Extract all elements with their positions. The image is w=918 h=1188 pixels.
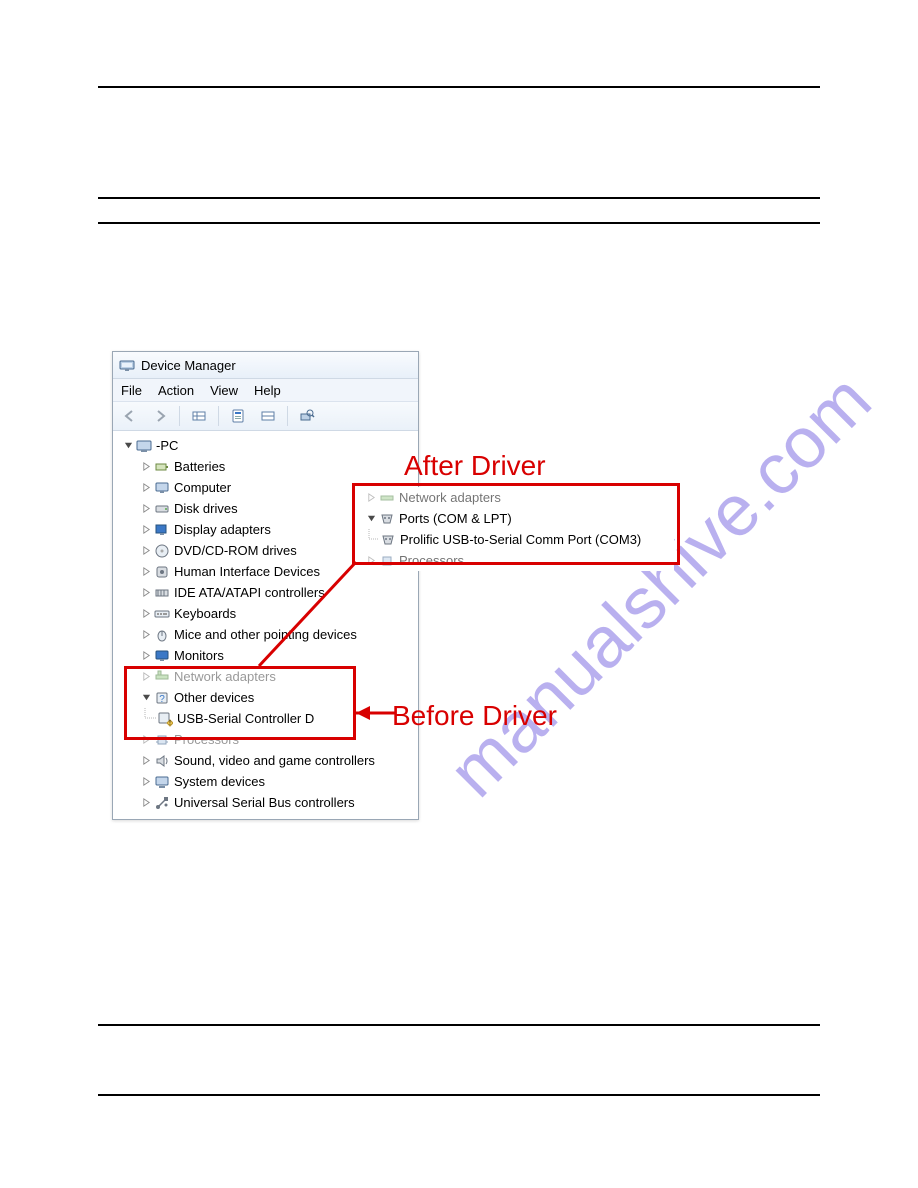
- toolbar-separator-2: [218, 406, 219, 426]
- system-devices-icon: [154, 774, 170, 790]
- tree-item-label: IDE ATA/ATAPI controllers: [174, 582, 325, 603]
- before-driver-label: Before Driver: [392, 700, 557, 732]
- toolbar-show-hidden-button[interactable]: [186, 404, 212, 428]
- collapse-icon[interactable]: [141, 651, 151, 661]
- tree-item-label: DVD/CD-ROM drives: [174, 540, 297, 561]
- hid-icon: [154, 564, 170, 580]
- collapse-icon[interactable]: [141, 546, 151, 556]
- menu-view[interactable]: View: [210, 383, 238, 398]
- page-rule-3: [98, 222, 820, 224]
- tree-item-label: Display adapters: [174, 519, 271, 540]
- tree-item-label: Universal Serial Bus controllers: [174, 792, 355, 813]
- collapse-icon[interactable]: [141, 525, 151, 535]
- page-rule-1: [98, 86, 820, 88]
- computer-icon: [154, 480, 170, 496]
- tree-item-monitors[interactable]: Monitors: [113, 645, 418, 666]
- tree-item-mice[interactable]: Mice and other pointing devices: [113, 624, 418, 645]
- expand-icon[interactable]: [123, 441, 133, 451]
- collapse-icon[interactable]: [141, 462, 151, 472]
- mouse-icon: [154, 627, 170, 643]
- collapse-icon[interactable]: [141, 798, 151, 808]
- tree-item-label: Keyboards: [174, 603, 236, 624]
- toolbar-back-button[interactable]: [117, 404, 143, 428]
- monitor-icon: [154, 648, 170, 664]
- collapse-icon[interactable]: [141, 504, 151, 514]
- tree-item-keyboards[interactable]: Keyboards: [113, 603, 418, 624]
- collapse-icon[interactable]: [141, 588, 151, 598]
- tree-item-batteries[interactable]: Batteries: [113, 456, 418, 477]
- menu-file[interactable]: File: [121, 383, 142, 398]
- tree-item-label: Computer: [174, 477, 231, 498]
- battery-icon: [154, 459, 170, 475]
- toolbar-separator: [179, 406, 180, 426]
- ide-icon: [154, 585, 170, 601]
- collapse-icon[interactable]: [141, 756, 151, 766]
- page-rule-4: [98, 1024, 820, 1026]
- tree-item-label: Monitors: [174, 645, 224, 666]
- usb-icon: [154, 795, 170, 811]
- device-manager-icon: [119, 357, 135, 373]
- collapse-icon[interactable]: [141, 777, 151, 787]
- computer-icon: [136, 438, 152, 454]
- menu-help[interactable]: Help: [254, 383, 281, 398]
- tree-item-usb-controllers[interactable]: Universal Serial Bus controllers: [113, 792, 418, 813]
- display-adapter-icon: [154, 522, 170, 538]
- menu-bar: File Action View Help: [113, 379, 418, 402]
- window-title: Device Manager: [141, 358, 236, 373]
- collapse-icon[interactable]: [141, 567, 151, 577]
- tree-root[interactable]: -PC: [113, 435, 418, 456]
- after-driver-label: After Driver: [404, 450, 546, 482]
- optical-drive-icon: [154, 543, 170, 559]
- tree-item-sound[interactable]: Sound, video and game controllers: [113, 750, 418, 771]
- toolbar-forward-button[interactable]: [147, 404, 173, 428]
- toolbar-scan-button[interactable]: [294, 404, 320, 428]
- window-titlebar[interactable]: Device Manager: [113, 352, 418, 379]
- tree-item-label: Disk drives: [174, 498, 238, 519]
- tree-item-label: System devices: [174, 771, 265, 792]
- sound-icon: [154, 753, 170, 769]
- tree-item-label: Sound, video and game controllers: [174, 750, 375, 771]
- disk-icon: [154, 501, 170, 517]
- tree-item-label: Human Interface Devices: [174, 561, 320, 582]
- page-rule-2: [98, 197, 820, 199]
- toolbar-refresh-button[interactable]: [255, 404, 281, 428]
- watermark-text: manualshive.com: [433, 359, 887, 813]
- collapse-icon[interactable]: [141, 483, 151, 493]
- tree-item-system-devices[interactable]: System devices: [113, 771, 418, 792]
- tree-item-ide[interactable]: IDE ATA/ATAPI controllers: [113, 582, 418, 603]
- device-manager-window: Device Manager File Action View Help -PC…: [112, 351, 419, 820]
- tree-item-label: Batteries: [174, 456, 225, 477]
- tree-root-label: -PC: [156, 435, 178, 456]
- after-driver-highlight-box: [352, 483, 680, 565]
- collapse-icon[interactable]: [141, 609, 151, 619]
- toolbar: [113, 402, 418, 431]
- menu-action[interactable]: Action: [158, 383, 194, 398]
- page-rule-5: [98, 1094, 820, 1096]
- toolbar-separator-3: [287, 406, 288, 426]
- keyboard-icon: [154, 606, 170, 622]
- toolbar-properties-button[interactable]: [225, 404, 251, 428]
- collapse-icon[interactable]: [141, 630, 151, 640]
- tree-item-label: Mice and other pointing devices: [174, 624, 357, 645]
- before-driver-highlight-box: [124, 666, 356, 740]
